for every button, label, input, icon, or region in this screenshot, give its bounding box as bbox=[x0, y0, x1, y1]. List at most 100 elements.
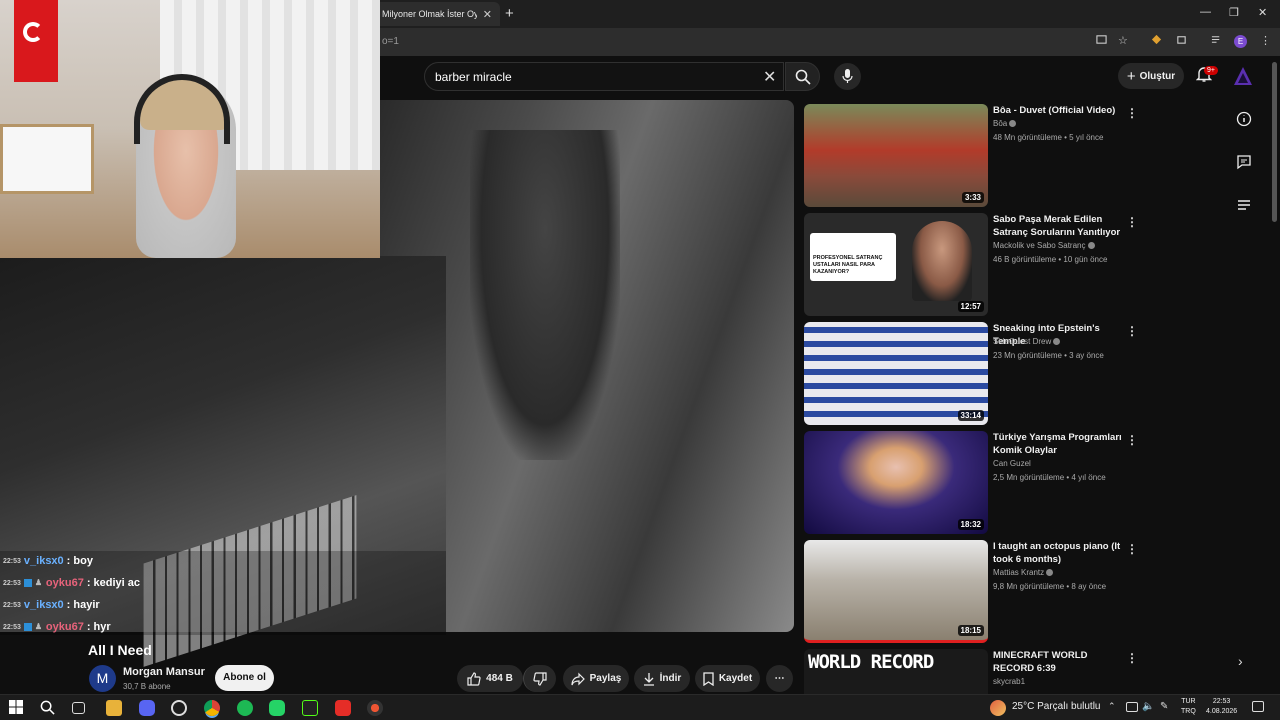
thumbnail-person bbox=[912, 221, 972, 301]
recommendation-item[interactable]: 3:33 Bôa - Duvet (Official Video) Bôa 48… bbox=[804, 104, 1144, 208]
recommendation-title[interactable]: Türkiye Yarışma Programları Komik Olayla… bbox=[993, 431, 1123, 457]
spotify-icon[interactable] bbox=[237, 700, 253, 716]
chrome-icon[interactable] bbox=[204, 700, 220, 716]
recommendation-thumbnail[interactable]: 18:15 bbox=[804, 540, 988, 643]
recommendation-thumbnail[interactable]: WORLD RECORD bbox=[804, 649, 988, 694]
chat-text: : hayir bbox=[66, 599, 100, 611]
input-language[interactable]: TUR TRQ bbox=[1181, 697, 1196, 717]
browser-menu-icon[interactable]: ⋮ bbox=[1260, 34, 1271, 47]
keyboard-layout: TRQ bbox=[1181, 708, 1196, 715]
recommendation-channel[interactable]: Bôa bbox=[993, 119, 1017, 128]
whatsapp-icon[interactable] bbox=[269, 700, 285, 716]
windows-start-icon[interactable] bbox=[9, 700, 25, 716]
extension-icon[interactable] bbox=[1151, 34, 1162, 48]
thumbnail-caption: PROFESYONEL SATRANÇ USTALARI NASIL PARA … bbox=[810, 233, 896, 281]
discord-icon[interactable] bbox=[139, 700, 155, 716]
chevron-right-icon[interactable]: › bbox=[1238, 653, 1243, 669]
chevron-up-icon[interactable]: ⌃ bbox=[1108, 701, 1124, 717]
cast-icon[interactable] bbox=[1096, 34, 1107, 48]
more-options-icon[interactable]: ⋮ bbox=[1126, 215, 1138, 229]
recommendation-channel[interactable]: Mackolik ve Sabo Satranç bbox=[993, 241, 1095, 250]
save-button[interactable]: Kaydet bbox=[695, 665, 760, 692]
save-label: Kaydet bbox=[718, 673, 753, 684]
more-options-icon[interactable]: ⋮ bbox=[1126, 651, 1138, 665]
bookmark-icon bbox=[703, 671, 714, 686]
share-button[interactable]: Paylaş bbox=[563, 665, 629, 692]
recommendation-channel[interactable]: SideQuest Drew bbox=[993, 337, 1061, 346]
recommendation-thumbnail[interactable]: 3:33 bbox=[804, 104, 988, 207]
restore-button[interactable]: ❐ bbox=[1229, 6, 1239, 19]
browser-tab[interactable]: Milyoner Olmak İster Oyun ✕ bbox=[372, 2, 500, 26]
search-button[interactable] bbox=[785, 62, 820, 91]
new-tab-button[interactable]: + bbox=[505, 5, 514, 22]
recommendation-item[interactable]: 18:32 Türkiye Yarışma Programları Komik … bbox=[804, 431, 1144, 535]
recommendation-thumbnail[interactable]: PROFESYONEL SATRANÇ USTALARI NASIL PARA … bbox=[804, 213, 988, 316]
recommendation-item[interactable]: WORLD RECORD MINECRAFT WORLD RECORD 6:39… bbox=[804, 649, 1144, 694]
recommendation-title[interactable]: Bôa - Duvet (Official Video) bbox=[993, 104, 1123, 117]
weather-widget[interactable]: 25°C Parçalı bulutlu bbox=[1012, 701, 1101, 712]
channel-avatar[interactable]: M bbox=[89, 665, 116, 692]
plus-icon: + bbox=[1126, 67, 1136, 85]
video-duration: 33:14 bbox=[957, 410, 984, 421]
more-options-icon[interactable]: ⋮ bbox=[1126, 433, 1138, 447]
network-icon[interactable] bbox=[1126, 702, 1138, 712]
search-input[interactable]: barber miracle bbox=[424, 62, 784, 91]
playlist-icon[interactable] bbox=[1236, 197, 1252, 213]
create-button[interactable]: + Oluştur bbox=[1118, 63, 1184, 89]
video-frame-pianist bbox=[470, 130, 620, 460]
recommendation-thumbnail[interactable]: 33:14 bbox=[804, 322, 988, 425]
volume-icon[interactable]: 🔈 bbox=[1142, 701, 1158, 717]
like-button[interactable]: 484 B bbox=[457, 665, 523, 692]
recommendation-title[interactable]: MINECRAFT WORLD RECORD 6:39 bbox=[993, 649, 1123, 675]
download-button[interactable]: İndir bbox=[634, 665, 690, 692]
clear-search-icon[interactable]: ✕ bbox=[763, 67, 776, 87]
more-options-icon[interactable]: ⋮ bbox=[1126, 106, 1138, 120]
recommendation-channel[interactable]: Can Guzel bbox=[993, 459, 1031, 468]
recommendation-item[interactable]: PROFESYONEL SATRANÇ USTALARI NASIL PARA … bbox=[804, 213, 1144, 317]
more-options-icon[interactable]: ⋮ bbox=[1126, 324, 1138, 338]
recommendation-item[interactable]: 33:14 Sneaking into Epstein's Temple Sid… bbox=[804, 322, 1144, 426]
more-options-icon[interactable]: ⋮ bbox=[1126, 542, 1138, 556]
recommendation-item[interactable]: 18:15 I taught an octopus piano (It took… bbox=[804, 540, 1144, 644]
account-avatar[interactable] bbox=[1233, 66, 1253, 86]
channel-label: Mattias Krantz bbox=[993, 568, 1045, 577]
task-view-icon[interactable] bbox=[72, 702, 85, 714]
recommendation-channel[interactable]: Mattias Krantz bbox=[993, 568, 1054, 577]
tab-close-icon[interactable]: ✕ bbox=[483, 8, 492, 21]
recommendation-title[interactable]: I taught an octopus piano (It took 6 mon… bbox=[993, 540, 1123, 566]
pen-icon[interactable]: ✎ bbox=[1160, 701, 1176, 717]
app-icon-red[interactable] bbox=[335, 700, 351, 716]
notification-center-icon[interactable] bbox=[1252, 701, 1264, 712]
browser-profile-avatar[interactable]: E bbox=[1234, 35, 1247, 48]
media-control-icon[interactable] bbox=[1211, 34, 1222, 48]
chatgpt-icon[interactable] bbox=[171, 700, 187, 716]
page-scrollbar[interactable] bbox=[1272, 62, 1277, 222]
kick-icon[interactable] bbox=[302, 700, 318, 716]
voice-search-button[interactable] bbox=[834, 63, 861, 90]
recommendation-thumbnail[interactable]: 18:32 bbox=[804, 431, 988, 534]
recommendation-title[interactable]: Sabo Paşa Merak Edilen Satranç Soruların… bbox=[993, 213, 1123, 240]
chat-message: 22:53 ♟ oyku67 : hyr bbox=[3, 621, 111, 633]
address-bar[interactable]: o=1 bbox=[376, 31, 1096, 53]
obs-icon[interactable] bbox=[367, 700, 383, 716]
more-actions-button[interactable]: ⋯ bbox=[766, 665, 793, 692]
chat-timestamp: 22:53 bbox=[3, 601, 21, 609]
extensions-puzzle-icon[interactable] bbox=[1176, 34, 1187, 48]
chat-replay-icon[interactable] bbox=[1236, 154, 1252, 170]
system-clock[interactable]: 22:53 4.08.2026 bbox=[1206, 697, 1237, 717]
bookmark-star-icon[interactable]: ☆ bbox=[1118, 34, 1128, 47]
thumbs-down-icon bbox=[533, 671, 547, 686]
info-icon[interactable] bbox=[1236, 111, 1252, 127]
file-explorer-icon[interactable] bbox=[106, 700, 122, 716]
subscribe-button[interactable]: Abone ol bbox=[215, 665, 274, 691]
channel-name[interactable]: Morgan Mansur bbox=[123, 666, 205, 678]
close-window-button[interactable]: ✕ bbox=[1258, 6, 1267, 19]
minimize-button[interactable]: — bbox=[1200, 6, 1211, 18]
chat-text: : boy bbox=[66, 555, 93, 567]
recommendation-meta: 46 B görüntüleme • 10 gün önce bbox=[993, 255, 1108, 264]
thumbs-up-icon bbox=[467, 671, 481, 686]
search-icon[interactable] bbox=[40, 700, 56, 716]
recommendation-channel[interactable]: skycrab1 bbox=[993, 677, 1025, 686]
recommendation-meta: 48 Mn görüntüleme • 5 yıl önce bbox=[993, 133, 1104, 142]
dislike-button[interactable] bbox=[523, 665, 556, 692]
